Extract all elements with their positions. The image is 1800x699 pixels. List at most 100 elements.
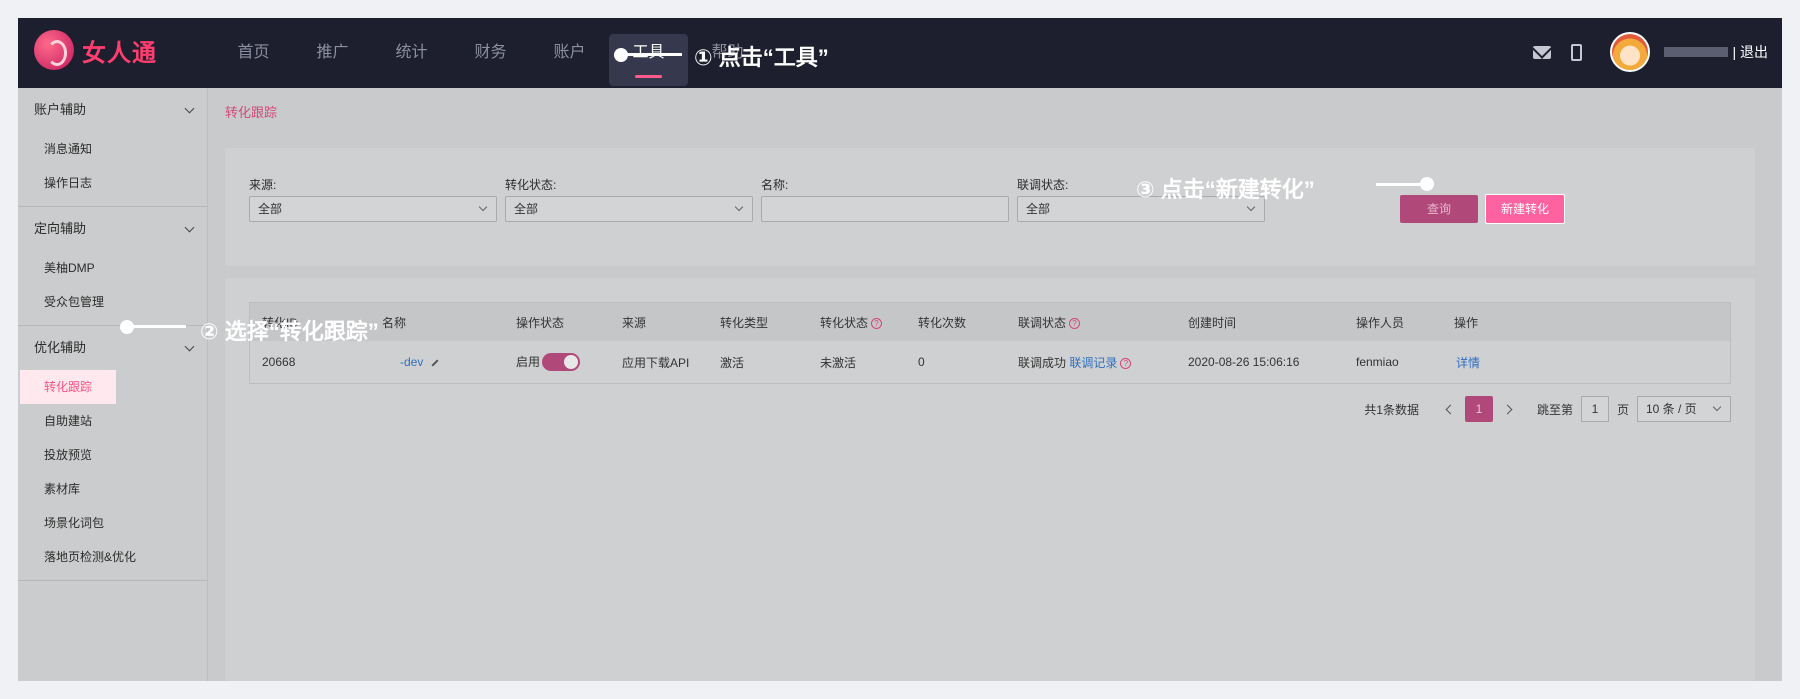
cell-type: 激活 (720, 355, 745, 370)
page-button-current[interactable]: 1 (1464, 396, 1493, 422)
cell-debug-status-label: 联调成功 (1018, 355, 1067, 370)
col-source: 来源 (622, 315, 647, 330)
cell-created: 2020-08-26 15:06:16 (1188, 355, 1300, 369)
filter-panel: 来源: 全部 转化状态: 全部 名称: 联调状态: 全部 查询 新建转化 (225, 148, 1755, 266)
sidebar-item-audience[interactable]: 受众包管理 (18, 285, 207, 319)
table-panel: 转化ID 名称 操作状态 来源 转化类型 转化状态? 转化次数 联调状态? 创建… (225, 278, 1755, 681)
col-count: 转化次数 (918, 315, 967, 330)
debug-record-link[interactable]: 联调记录 (1069, 356, 1117, 370)
cell-operator: fenmiao (1356, 355, 1399, 369)
total-count: 共1条数据 (1364, 402, 1419, 417)
sidebar-item-conversion-tracking[interactable]: 转化跟踪 (20, 370, 116, 404)
user-area: | 退出 (1533, 32, 1768, 72)
pagination: 共1条数据 1 跳至第 1 页 10 条 / 页 (1364, 396, 1731, 422)
status-label: 转化状态: (505, 178, 557, 192)
name-input[interactable] (761, 196, 1009, 222)
sidebar-item-preview[interactable]: 投放预览 (18, 438, 207, 472)
pointer-line (128, 325, 186, 328)
annotation-step-3: ③ 点击“新建转化” (1136, 177, 1315, 202)
sidebar-item-site-builder[interactable]: 自助建站 (18, 404, 207, 438)
sidebar-item-dmp[interactable]: 美柚DMP (18, 251, 207, 285)
cell-name: -dev (400, 355, 439, 369)
cell-source: 应用下载API (622, 355, 690, 370)
col-created: 创建时间 (1188, 315, 1237, 330)
chevron-down-icon (184, 341, 195, 352)
sidebar-item-oplog[interactable]: 操作日志 (18, 166, 207, 200)
top-navbar: 女人通 首页 推广 统计 财务 账户 工具 帮助 | 退出 (18, 18, 1782, 88)
help-icon[interactable]: ? (1120, 357, 1132, 369)
prev-page-icon[interactable] (1443, 403, 1455, 415)
nav-item-home[interactable]: 首页 (214, 34, 293, 86)
table-header: 转化ID 名称 操作状态 来源 转化类型 转化状态? 转化次数 联调状态? 创建… (250, 303, 1730, 341)
sidebar: 账户辅助 消息通知 操作日志 定向辅助 美柚DMP 受众包管理 优化辅助 转化跟… (18, 88, 208, 681)
sidebar-group-title: 定向辅助 (34, 221, 87, 236)
pointer-line (622, 53, 682, 56)
main-nav: 首页 推广 统计 财务 账户 工具 帮助 (214, 34, 767, 86)
cell-id: 20668 (262, 355, 296, 369)
query-button[interactable]: 查询 (1400, 195, 1478, 223)
status-toggle[interactable] (542, 353, 581, 372)
pointer-line (1376, 183, 1426, 186)
brand-logo[interactable]: 女人通 (34, 30, 157, 70)
chevron-down-icon (1712, 402, 1722, 412)
cell-conv-status: 未激活 (820, 355, 857, 370)
help-icon[interactable]: ? (1069, 317, 1081, 329)
help-icon[interactable]: ? (871, 317, 883, 329)
source-select-value: 全部 (258, 202, 283, 216)
nav-item-account[interactable]: 账户 (530, 34, 609, 86)
sidebar-group-header[interactable]: 账户辅助 (18, 88, 207, 132)
annotation-step-1: ① 点击“工具” (694, 45, 829, 70)
col-conv-status-label: 转化状态 (820, 315, 869, 330)
table-row: 20668 -dev 启用 应用下载API 激活 未激活 0 联调成功 联调记录… (250, 341, 1730, 383)
col-debug-status: 联调状态? (1018, 314, 1081, 331)
sidebar-item-materials[interactable]: 素材库 (18, 472, 207, 506)
chevron-down-icon (184, 103, 195, 114)
source-select[interactable]: 全部 (249, 196, 497, 222)
nav-item-finance[interactable]: 财务 (451, 34, 530, 86)
page-size-value: 10 条 / 页 (1646, 402, 1697, 416)
main-content: 转化跟踪 来源: 全部 转化状态: 全部 名称: 联调状态: 全部 查询 新建转… (209, 88, 1782, 681)
details-link[interactable]: 详情 (1456, 354, 1480, 371)
sidebar-group-title: 账户辅助 (34, 102, 87, 117)
status-select[interactable]: 全部 (505, 196, 753, 222)
col-action: 操作 (1454, 315, 1479, 330)
col-conv-status: 转化状态? (820, 314, 883, 331)
chevron-down-icon (1246, 202, 1256, 212)
cell-debug-status: 联调成功 联调记录? (1018, 354, 1132, 371)
col-type: 转化类型 (720, 315, 769, 330)
username-redacted (1664, 47, 1729, 57)
new-conversion-button[interactable]: 新建转化 (1485, 194, 1565, 224)
jump-input[interactable]: 1 (1580, 396, 1609, 422)
breadcrumb[interactable]: 转化跟踪 (225, 102, 277, 121)
jump-label: 跳至第 (1536, 402, 1573, 417)
mobile-icon[interactable] (1571, 43, 1583, 61)
chevron-down-icon (184, 222, 195, 233)
sidebar-group-targeting: 定向辅助 美柚DMP 受众包管理 (18, 207, 207, 326)
next-page-icon[interactable] (1503, 403, 1515, 415)
cell-op-status: 启用 (516, 353, 581, 372)
chevron-down-icon (478, 202, 488, 212)
col-operator: 操作人员 (1356, 315, 1405, 330)
col-name: 名称 (382, 315, 407, 330)
edit-icon[interactable] (431, 359, 439, 367)
sidebar-group-header[interactable]: 优化辅助 (18, 326, 207, 370)
avatar[interactable] (1610, 32, 1651, 72)
sidebar-item-landing-check[interactable]: 落地页检测&优化 (18, 540, 207, 574)
name-label: 名称: (761, 178, 789, 192)
chevron-down-icon (734, 202, 744, 212)
sidebar-item-keyword-pack[interactable]: 场景化词包 (18, 506, 207, 540)
conversion-table: 转化ID 名称 操作状态 来源 转化类型 转化状态? 转化次数 联调状态? 创建… (249, 302, 1731, 384)
page-size-select[interactable]: 10 条 / 页 (1637, 396, 1731, 422)
sidebar-item-messages[interactable]: 消息通知 (18, 132, 207, 166)
nav-item-stats[interactable]: 统计 (372, 34, 451, 86)
sidebar-group-header[interactable]: 定向辅助 (18, 207, 207, 251)
sidebar-group-account: 账户辅助 消息通知 操作日志 (18, 88, 207, 207)
debug-status-select-value: 全部 (1026, 202, 1051, 216)
app-window: 女人通 首页 推广 统计 财务 账户 工具 帮助 | 退出 账户辅助 消息通知 … (18, 18, 1782, 681)
nav-item-promotion[interactable]: 推广 (293, 34, 372, 86)
col-op-status: 操作状态 (516, 315, 565, 330)
annotation-step-2: ② 选择“转化跟踪” (200, 319, 379, 344)
cell-name-link[interactable]: -dev (400, 355, 423, 369)
mail-icon[interactable] (1533, 45, 1552, 59)
logout-link[interactable]: | 退出 (1732, 42, 1768, 62)
